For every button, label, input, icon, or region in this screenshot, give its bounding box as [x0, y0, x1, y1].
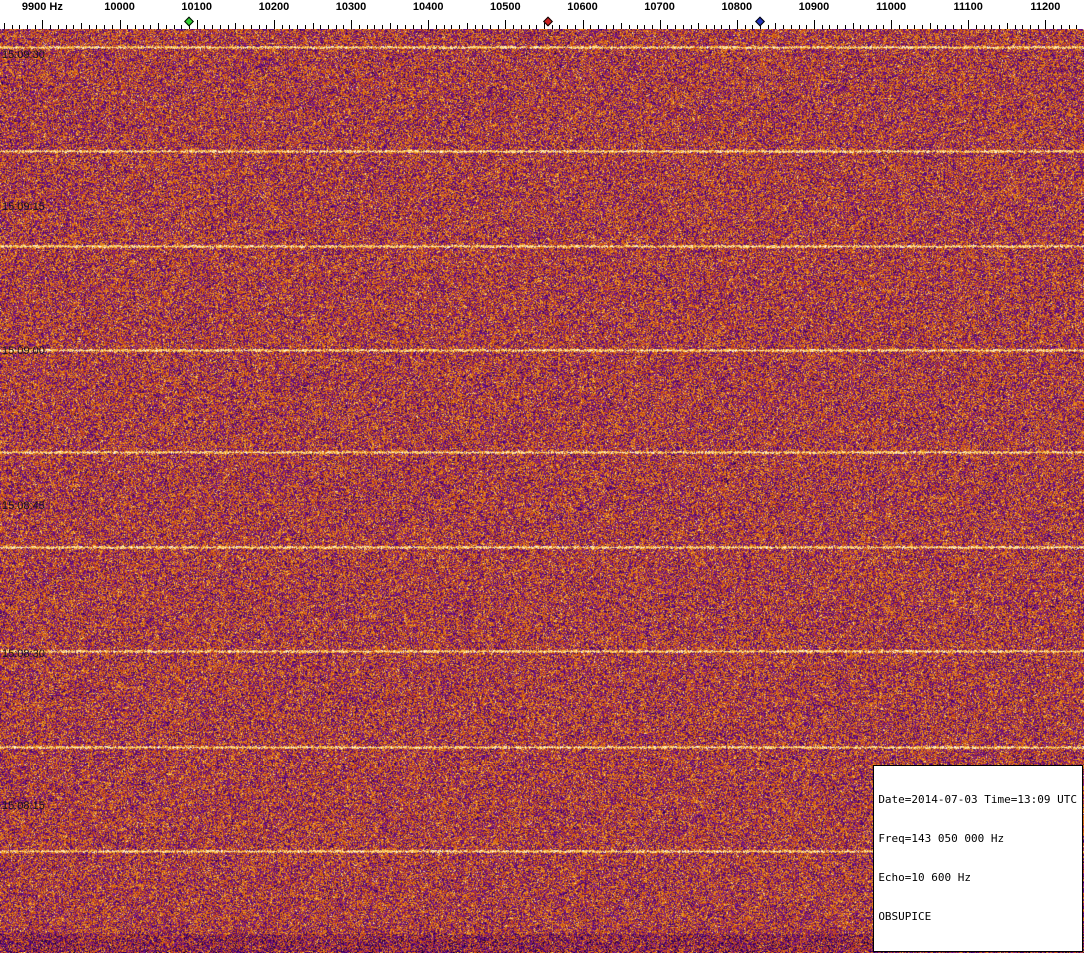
- frequency-marker-blue-diamond-icon[interactable]: [754, 16, 765, 27]
- ruler-tick: [273, 20, 275, 29]
- ruler-tick: [1045, 20, 1047, 29]
- info-station: OBSUPICE: [878, 910, 932, 923]
- ruler-tick: [891, 20, 893, 29]
- spectrogram-app: 9900 Hz 10000 10100 10200 10300 10400 10500 106…: [0, 0, 1084, 953]
- info-frequency: Freq=143 050 000 Hz: [878, 832, 1005, 845]
- ruler-tick: [196, 20, 198, 29]
- ruler-frequency-label: 11000: [876, 1, 907, 13]
- ruler-tick: [813, 20, 815, 29]
- ruler-frequency-label: 10300: [335, 1, 367, 13]
- ruler-frequency-label: 10800: [721, 1, 753, 13]
- ruler-tick: [505, 20, 507, 29]
- ruler-tick: [42, 20, 44, 29]
- ruler-frequency-label: 10200: [258, 1, 290, 13]
- ruler-frequency-label: 10400: [412, 1, 444, 13]
- ruler-frequency-label: 11200: [1030, 1, 1061, 13]
- time-label: 15:09:30: [2, 49, 45, 61]
- time-label: 15:08:15: [2, 800, 45, 812]
- ruler-tick: [582, 20, 584, 29]
- ruler-tick: [659, 20, 661, 29]
- ruler-tick: [968, 20, 970, 29]
- frequency-marker-green-diamond-icon[interactable]: [184, 16, 194, 27]
- ruler-tick: [736, 20, 738, 29]
- ruler-tick: [119, 20, 121, 29]
- ruler-tick: [351, 20, 352, 29]
- waterfall-display: -100 dB -50 0 Date=2014-07-03 Time=13:09…: [0, 29, 1084, 953]
- ruler-frequency-label: 10500: [490, 1, 521, 13]
- ruler-frequency-label: 11100: [953, 1, 983, 13]
- time-label: 15:09:00: [2, 345, 45, 357]
- time-label: 15:08:30: [2, 648, 45, 660]
- ruler-frequency-label: 10900: [798, 1, 830, 13]
- info-box: Date=2014-07-03 Time=13:09 UTC Freq=143 …: [873, 765, 1083, 952]
- ruler-tick: [428, 20, 430, 29]
- ruler-frequency-label: 10600: [567, 1, 598, 13]
- info-echo: Echo=10 600 Hz: [878, 871, 972, 884]
- time-label: 15:08:45: [2, 500, 45, 512]
- info-date-time: Date=2014-07-03 Time=13:09 UTC: [878, 793, 1077, 806]
- ruler-frequency-label: 9900 Hz: [21, 1, 63, 13]
- time-label: 15:09:15: [2, 201, 45, 213]
- ruler-frequency-label: 10700: [644, 1, 675, 13]
- ruler-frequency-label: 10000: [104, 1, 135, 13]
- ruler-frequency-label: 10100: [181, 1, 212, 13]
- frequency-ruler: 9900 Hz 10000 10100 10200 10300 10400 10500 106…: [0, 0, 1084, 29]
